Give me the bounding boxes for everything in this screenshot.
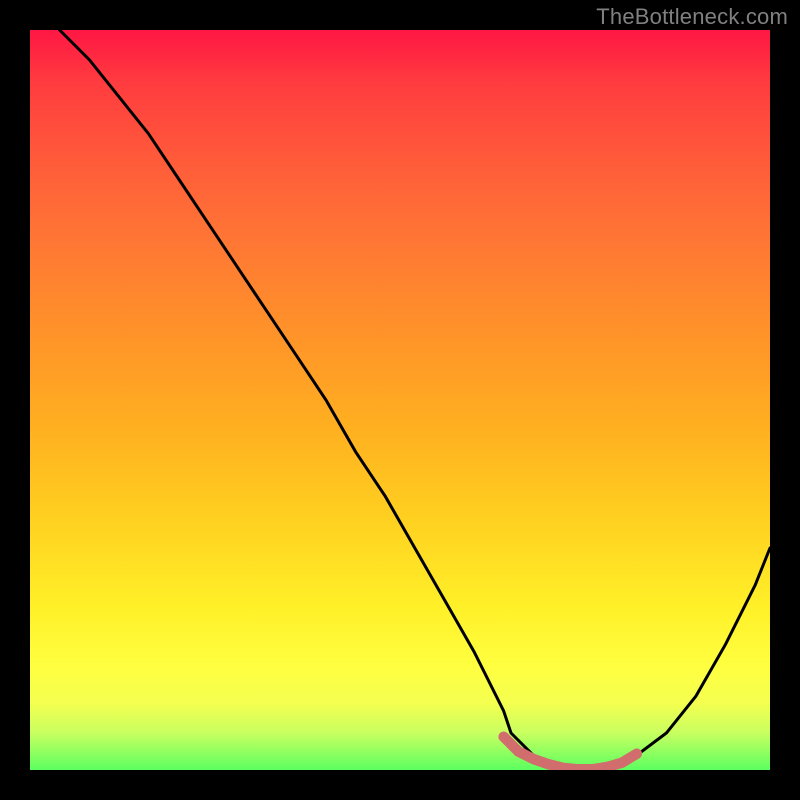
chart-container: TheBottleneck.com bbox=[0, 0, 800, 800]
plot-frame bbox=[30, 30, 770, 770]
bottleneck-curve bbox=[60, 30, 770, 770]
chart-svg bbox=[30, 30, 770, 770]
optimal-range-highlight bbox=[504, 737, 637, 770]
watermark-text: TheBottleneck.com bbox=[596, 4, 788, 30]
